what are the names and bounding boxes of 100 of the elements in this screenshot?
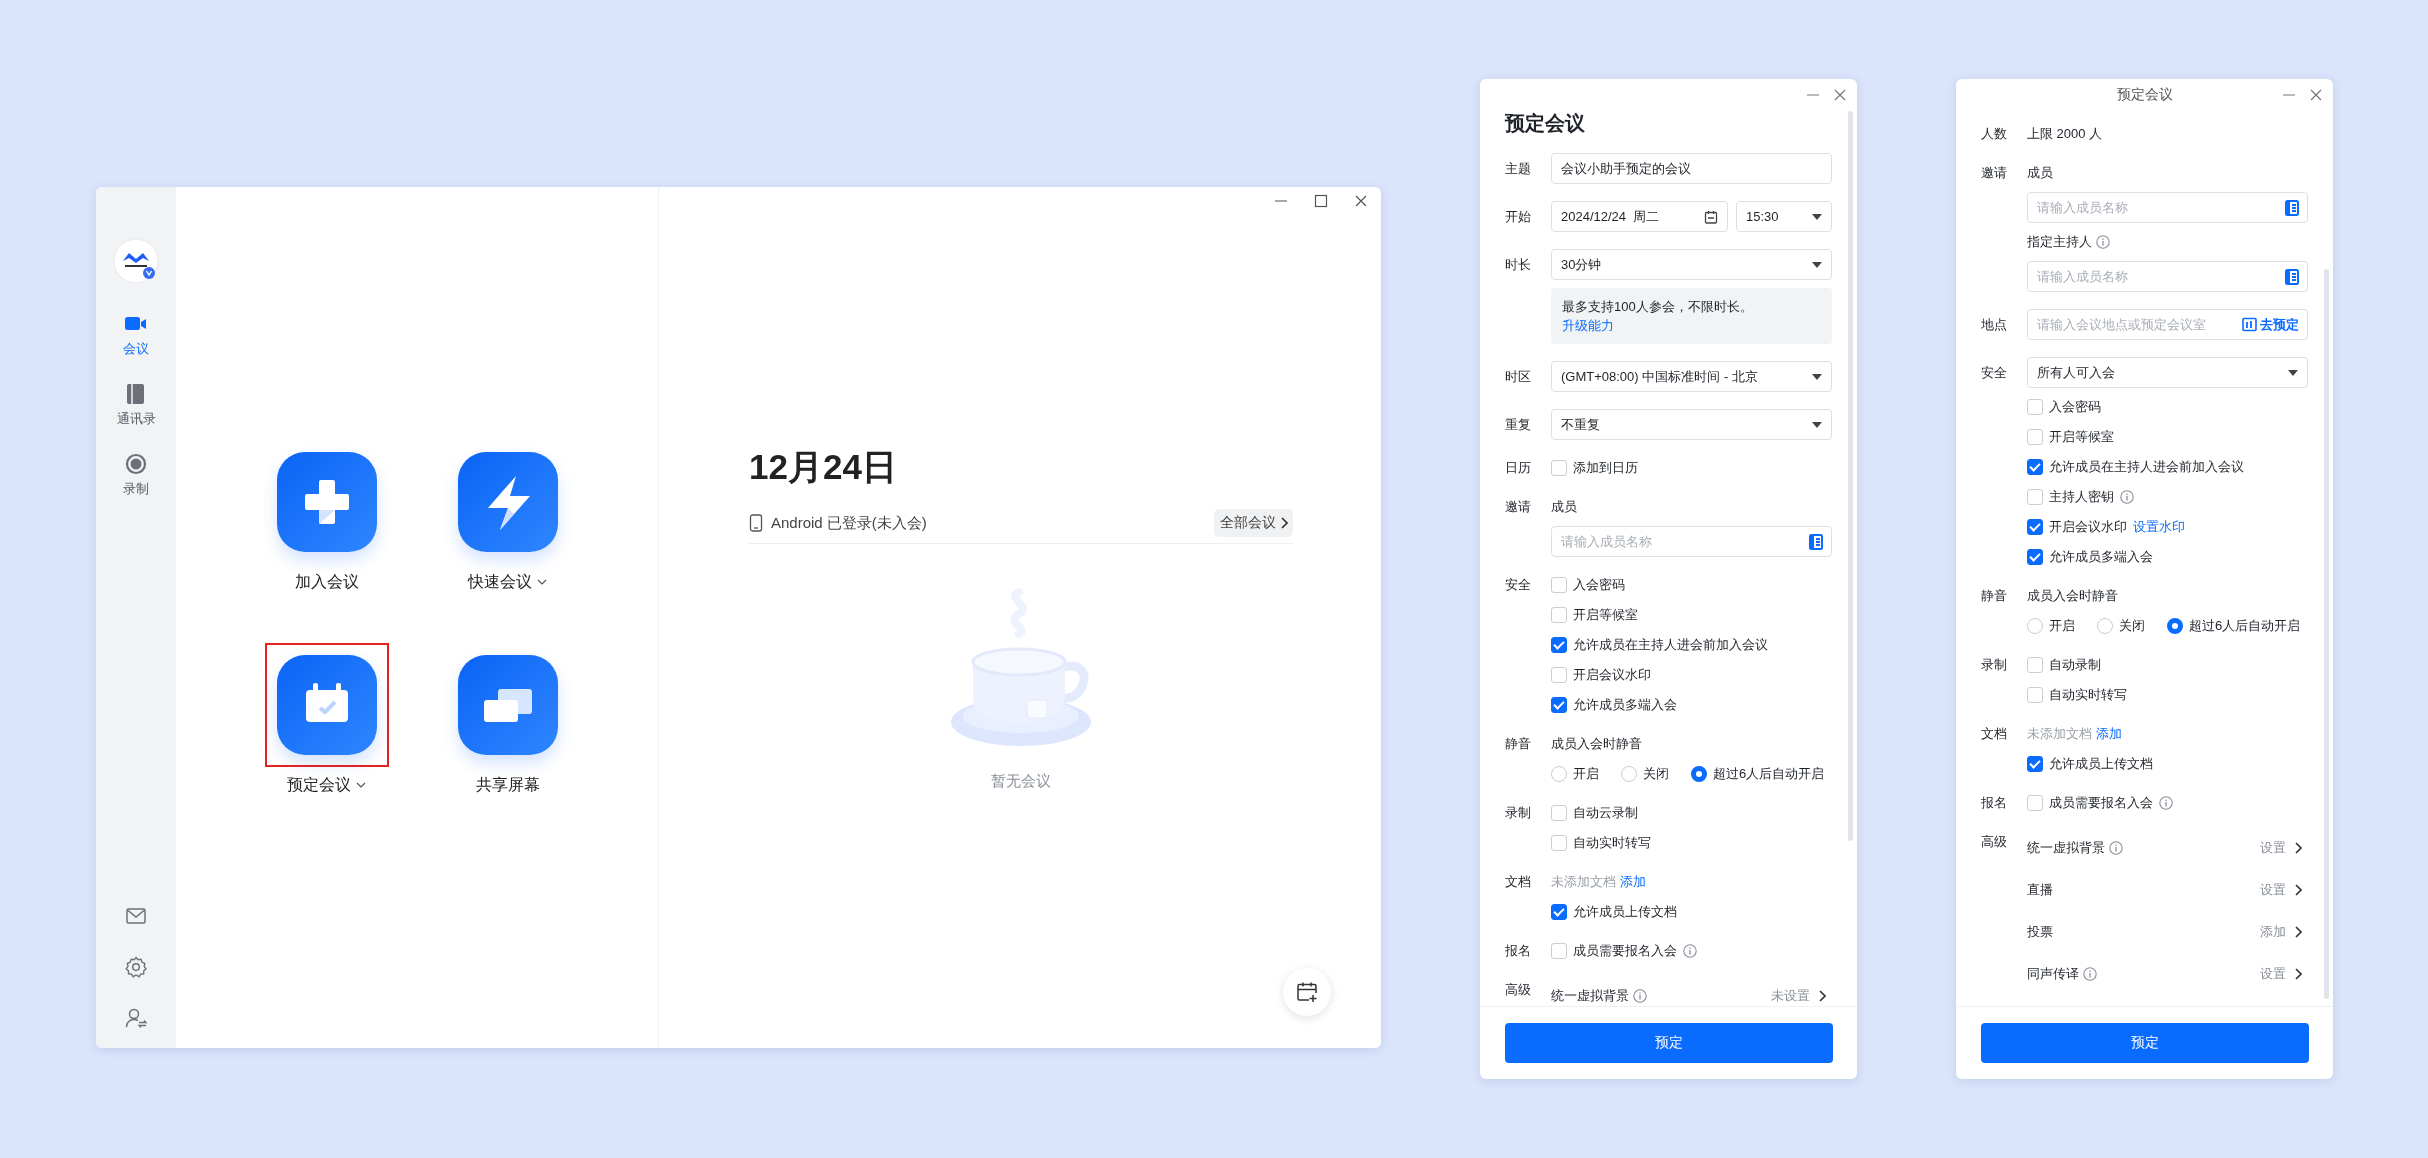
submit-button[interactable]: 预定 [1504,1023,1833,1063]
sidebar-tab[interactable]: 会议 [116,312,156,358]
book-room-link[interactable]: 去预定 [2242,315,2299,334]
caret-icon [1812,373,1822,380]
dropdown[interactable]: (GMT+08:00) 中国标准时间 - 北京 [1551,361,1832,392]
action-tile[interactable] [276,451,377,552]
date-field[interactable]: 2024/12/24 周二 [1551,201,1728,232]
checkbox-label[interactable]: 开启会议水印 [2049,518,2127,536]
time-dropdown[interactable]: 15:30 [1736,201,1832,232]
building-icon [2242,317,2257,332]
chevron-right-icon [2294,926,2302,938]
action-label[interactable]: 共享屏幕 [475,774,540,796]
add-calendar-button[interactable] [1283,968,1331,1016]
link[interactable]: 升级能力 [1562,318,1614,333]
checkbox[interactable] [1551,637,1567,653]
section-label: 安全 [1505,576,1532,594]
scrollbar[interactable] [2324,269,2329,999]
radio-label[interactable]: 超过6人后自动开启 [2189,617,2301,635]
radio-label[interactable]: 开启 [2049,617,2075,635]
status-text: 未添加文档 [1551,873,1616,891]
section-label: 文档 [1981,725,2008,743]
checkbox-label[interactable]: 成员需要报名入会 [1573,942,1677,960]
all-meetings-button[interactable]: 全部会议 [1214,509,1293,537]
device-status: Android 已登录(未入会) [771,513,927,533]
section-label: 地点 [1981,316,2008,334]
checkbox-label[interactable]: 允许成员多端入会 [2049,548,2153,566]
section-label: 文档 [1505,873,1532,891]
calendar-icon[interactable] [1704,209,1718,224]
radio-label[interactable]: 关闭 [1643,765,1669,783]
value-text: 上限 2000 人 [2027,125,2104,143]
close-button[interactable] [1354,194,1368,208]
checkbox[interactable] [2027,756,2043,772]
action-label[interactable]: 加入会议 [294,571,359,593]
checkbox-label[interactable]: 允许成员多端入会 [1573,696,1677,714]
checkbox[interactable] [2027,519,2043,535]
section-label: 高级 [1505,981,1532,999]
checkbox-label[interactable]: 自动实时转写 [1573,834,1651,852]
checkbox-label[interactable]: 自动实时转写 [2049,686,2127,704]
checkbox-label[interactable]: 允许成员在主持人进会前加入会议 [2049,458,2244,476]
radio-button[interactable] [1691,766,1707,782]
section-label: 静音 [1505,735,1532,753]
radio-label[interactable]: 超过6人后自动开启 [1713,765,1825,783]
section-label: 人数 [1981,125,2008,143]
action-tile[interactable] [276,654,377,755]
dropdown[interactable]: 不重复 [1551,409,1832,440]
checkbox-label[interactable]: 允许成员在主持人进会前加入会议 [1573,636,1768,654]
input-field[interactable]: 请输入成员名称 [2027,192,2308,223]
checkbox[interactable] [2027,459,2043,475]
submit-button[interactable]: 预定 [1980,1023,2309,1063]
maximize-button[interactable] [1314,194,1328,208]
contacts-icon[interactable] [2285,199,2299,216]
dropdown[interactable]: 30分钟 [1551,249,1832,280]
text-field[interactable]: 会议小助手预定的会议 [1551,153,1832,184]
setting-label: 投票 [2027,923,2053,941]
checkbox-label[interactable]: 主持人密钥 [2049,488,2114,506]
checkbox-label[interactable]: 开启等候室 [2049,428,2114,446]
action-tile[interactable] [457,654,558,755]
chevron-right-icon [2294,884,2302,896]
user-switch-icon[interactable] [124,1006,148,1030]
radio-label[interactable]: 开启 [1573,765,1599,783]
contacts-icon[interactable] [2285,268,2299,285]
input-field[interactable]: 请输入成员名称 [1551,526,1832,557]
date-heading: 12月24日 [749,446,898,488]
checkbox-label[interactable]: 允许成员上传文档 [1573,903,1677,921]
section-label: 录制 [1981,656,2008,674]
checkbox-label[interactable]: 成员需要报名入会 [2049,794,2153,812]
checkbox-label[interactable]: 入会密码 [2049,398,2101,416]
checkbox-label[interactable]: 自动云录制 [1573,804,1638,822]
sidebar-tab[interactable]: 录制 [116,452,156,498]
empty-state-text: 暂无会议 [991,772,1051,791]
link[interactable]: 添加 [1620,873,1646,891]
action-tile[interactable] [457,451,558,552]
app-logo-icon[interactable] [113,238,159,284]
settings-icon[interactable] [124,955,148,979]
status-text: 未添加文档 [2027,725,2092,743]
action-label[interactable]: 快速会议 [468,571,532,593]
dropdown[interactable]: 所有人可入会 [2027,357,2308,388]
link[interactable]: 添加 [2096,725,2122,743]
checkbox[interactable] [2027,549,2043,565]
checkbox-label[interactable]: 开启会议水印 [1573,666,1651,684]
action-label[interactable]: 预定会议 [287,774,351,796]
checkbox[interactable] [1551,904,1567,920]
checkbox-label[interactable]: 允许成员上传文档 [2049,755,2153,773]
contacts-icon[interactable] [1809,533,1823,550]
input-field[interactable]: 请输入成员名称 [2027,261,2308,292]
checkbox-label[interactable]: 自动录制 [2049,656,2101,674]
checkbox-label[interactable]: 开启等候室 [1573,606,1638,624]
setting-link[interactable]: 添加 [2260,923,2302,941]
radio-label[interactable]: 关闭 [2119,617,2145,635]
close-button[interactable] [1833,88,1847,102]
radio-button[interactable] [2167,618,2183,634]
close-button[interactable] [2309,88,2323,102]
field-label: 成员 [2027,164,2053,182]
checkbox-label[interactable]: 入会密码 [1573,576,1625,594]
section-label: 静音 [1981,587,2008,605]
link[interactable]: 设置水印 [2133,518,2185,536]
checkbox[interactable] [1551,697,1567,713]
scrollbar[interactable] [1848,111,1853,841]
checkbox-label[interactable]: 添加到日历 [1573,459,1638,477]
sidebar-tab[interactable]: 通讯录 [116,382,156,428]
